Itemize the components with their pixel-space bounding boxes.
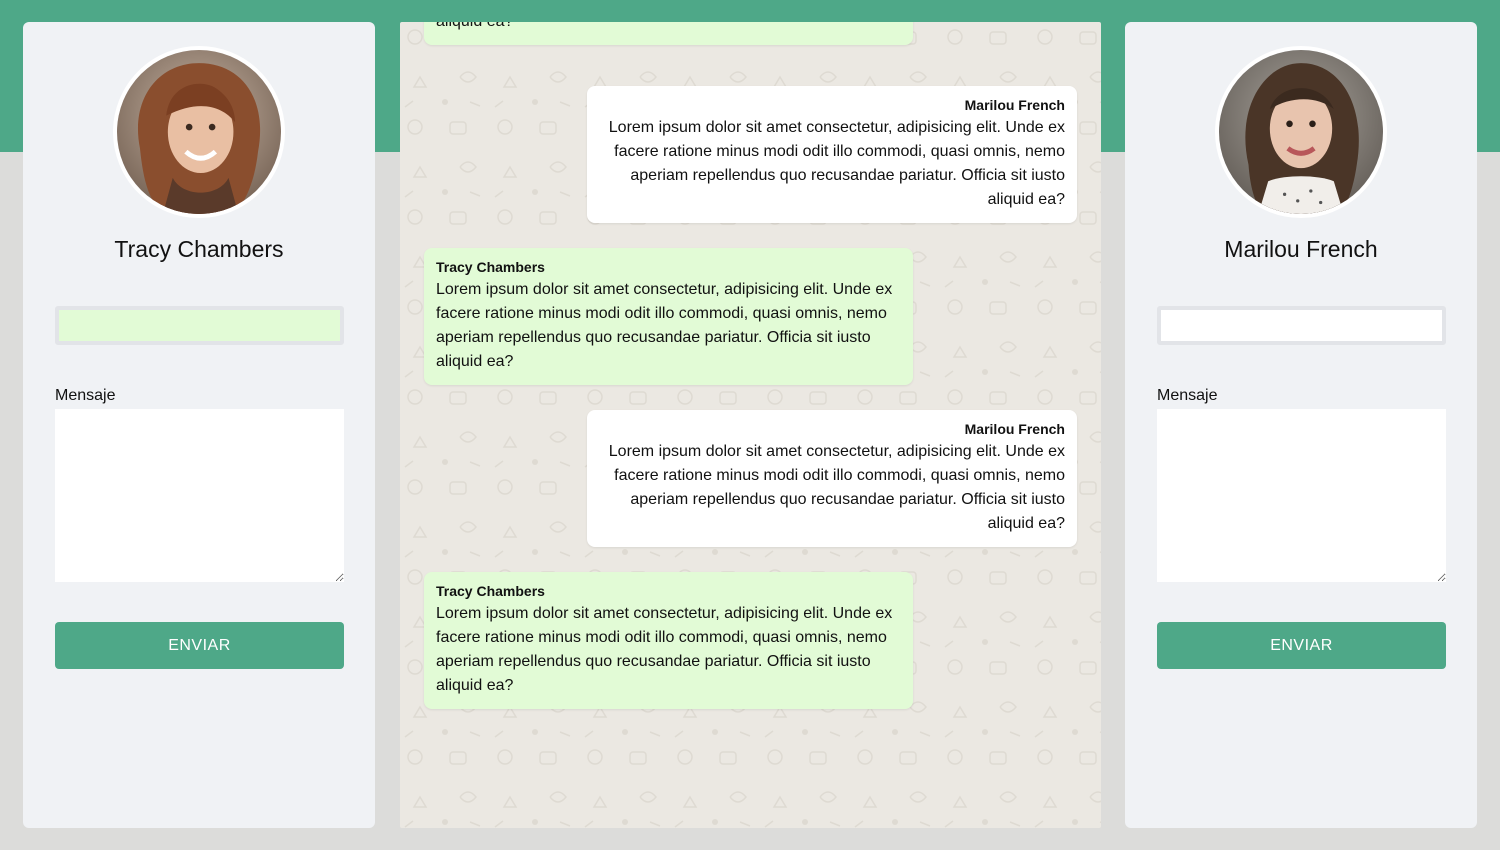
user-name: Marilou French [1224, 236, 1378, 262]
message-text: Lorem ipsum dolor sit amet consectetur, … [436, 605, 893, 694]
chat-message: Marilou French Lorem ipsum dolor sit ame… [587, 410, 1077, 547]
avatar [1215, 46, 1387, 218]
message-text: Lorem ipsum dolor sit amet consectetur, … [608, 443, 1065, 532]
chat-message: Tracy Chambers Lorem ipsum dolor sit ame… [424, 572, 913, 709]
chat-message: aliquid ea? [424, 22, 913, 45]
user-panel-marilou: Marilou French Mensaje ENVIAR [1125, 22, 1477, 828]
send-button[interactable]: ENVIAR [1157, 622, 1446, 669]
chat-message: Marilou French Lorem ipsum dolor sit ame… [587, 86, 1077, 223]
avatar-photo [1219, 50, 1383, 214]
message-text: Lorem ipsum dolor sit amet consectetur, … [436, 281, 893, 370]
user-panel-tracy: Tracy Chambers Mensaje ENVIAR [23, 22, 375, 828]
chat-window[interactable]: aliquid ea? Marilou French Lorem ipsum d… [400, 22, 1101, 828]
message-label: Mensaje [1157, 387, 1218, 404]
message-author: Tracy Chambers [436, 259, 545, 275]
chat-message: Tracy Chambers Lorem ipsum dolor sit ame… [424, 248, 913, 385]
name-field[interactable] [55, 306, 344, 345]
message-textarea[interactable] [55, 409, 344, 582]
message-textarea[interactable] [1157, 409, 1446, 582]
message-label: Mensaje [55, 387, 116, 404]
user-name: Tracy Chambers [114, 236, 284, 262]
message-author: Tracy Chambers [436, 583, 545, 599]
send-button[interactable]: ENVIAR [55, 622, 344, 669]
message-text: aliquid ea? [436, 22, 513, 30]
avatar-photo [117, 50, 281, 214]
avatar [113, 46, 285, 218]
message-author: Marilou French [964, 421, 1065, 437]
name-field[interactable] [1157, 306, 1446, 345]
message-author: Marilou French [964, 97, 1065, 113]
message-text: Lorem ipsum dolor sit amet consectetur, … [608, 119, 1065, 208]
